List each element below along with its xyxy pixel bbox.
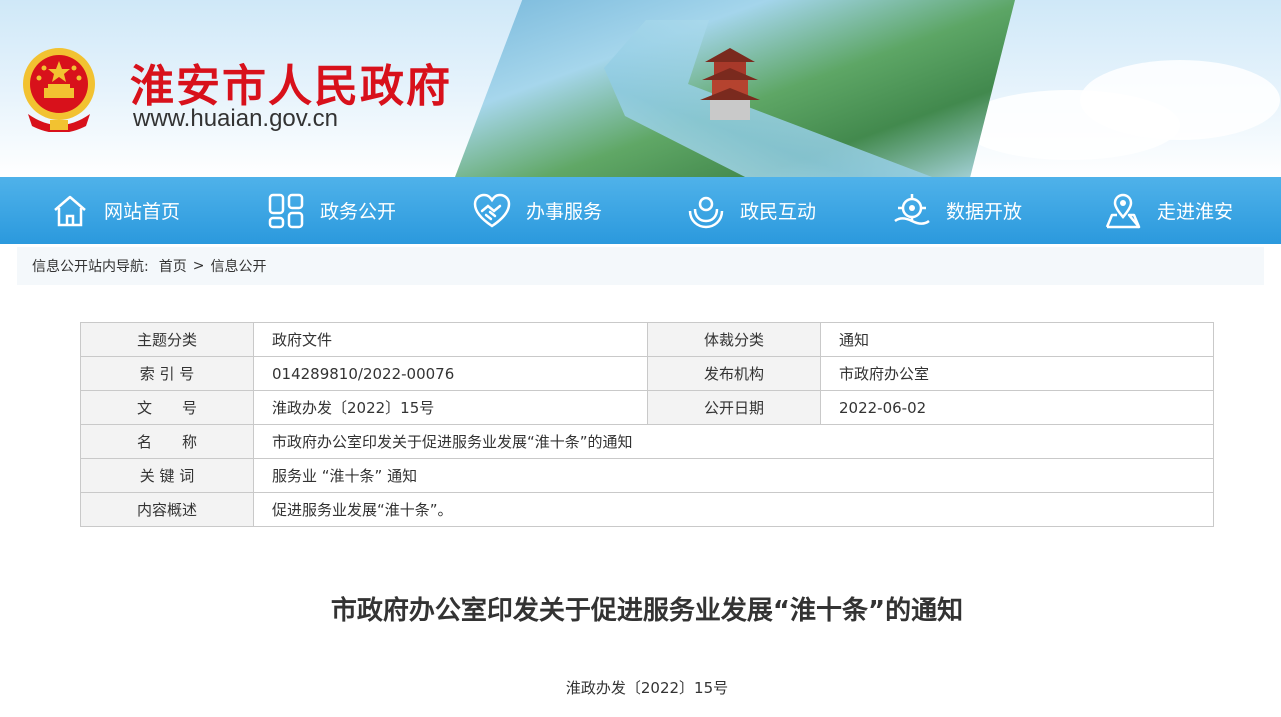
nav-item-label: 办事服务 xyxy=(526,201,603,223)
data-icon xyxy=(894,193,930,225)
map-pin-icon xyxy=(1105,193,1141,228)
table-key: 发布机构 xyxy=(647,356,821,391)
nav-item-open-data[interactable]: 数据开放 xyxy=(892,177,1022,244)
breadcrumb-separator: > xyxy=(192,258,205,274)
national-emblem-logo xyxy=(23,48,95,132)
table-row: 索 引 号 014289810/2022-00076 发布机构 市政府办公室 xyxy=(80,356,1214,391)
table-key: 公开日期 xyxy=(647,390,821,425)
table-value: 市政府办公室印发关于促进服务业发展“淮十条”的通知 xyxy=(253,424,1214,459)
article-title: 市政府办公室印发关于促进服务业发展“淮十条”的通知 xyxy=(330,596,964,626)
table-value: 促进服务业发展“淮十条”。 xyxy=(253,492,1214,527)
table-value: 政府文件 xyxy=(253,322,648,357)
table-value: 014289810/2022-00076 xyxy=(253,356,648,391)
table-row: 主题分类 政府文件 体裁分类 通知 xyxy=(80,322,1214,357)
document-number: 淮政办发〔2022〕15号 xyxy=(565,679,729,697)
table-row: 关 键 词 服务业 “淮十条” 通知 xyxy=(80,458,1214,493)
table-row: 名 称 市政府办公室印发关于促进服务业发展“淮十条”的通知 xyxy=(80,424,1214,459)
hands-icon xyxy=(688,196,724,228)
handshake-icon xyxy=(473,193,511,228)
nav-item-label: 网站首页 xyxy=(104,201,181,223)
grid-icon xyxy=(268,193,304,228)
table-value: 2022-06-02 xyxy=(820,390,1214,425)
nav-item-label: 政务公开 xyxy=(320,201,397,223)
breadcrumb-link-info-open[interactable]: 信息公开 xyxy=(210,256,266,276)
header-banner: 淮安市人民政府 www.huaian.gov.cn xyxy=(0,0,1281,177)
cloud-decoration xyxy=(1080,60,1280,140)
document-info-table: 主题分类 政府文件 体裁分类 通知 索 引 号 014289810/2022-0… xyxy=(80,322,1214,527)
nav-item-home[interactable]: 网站首页 xyxy=(50,177,180,244)
breadcrumb-link-home[interactable]: 首页 xyxy=(159,256,187,276)
table-row: 文 号 淮政办发〔2022〕15号 公开日期 2022-06-02 xyxy=(80,390,1214,425)
table-key: 名 称 xyxy=(80,424,254,459)
breadcrumb-prefix: 信息公开站内导航: xyxy=(32,259,149,275)
table-key: 关 键 词 xyxy=(80,458,254,493)
breadcrumb: 信息公开站内导航: 首页 > 信息公开 xyxy=(17,247,1264,285)
site-url: www.huaian.gov.cn xyxy=(133,105,339,132)
table-key: 体裁分类 xyxy=(647,322,821,357)
table-value: 服务业 “淮十条” 通知 xyxy=(253,458,1214,493)
nav-item-label: 数据开放 xyxy=(946,201,1023,223)
main-nav: 网站首页 政务公开 办事服务 政民互动 数据开放 走进淮安 xyxy=(0,177,1281,244)
nav-item-interaction[interactable]: 政民互动 xyxy=(686,177,816,244)
nav-item-label: 走进淮安 xyxy=(1157,201,1234,223)
table-value: 通知 xyxy=(820,322,1214,357)
nav-item-label: 政民互动 xyxy=(740,201,817,223)
table-key: 索 引 号 xyxy=(80,356,254,391)
table-key: 文 号 xyxy=(80,390,254,425)
table-row: 内容概述 促进服务业发展“淮十条”。 xyxy=(80,492,1214,527)
nav-item-about-huaian[interactable]: 走进淮安 xyxy=(1103,177,1233,244)
table-value: 市政府办公室 xyxy=(820,356,1214,391)
home-icon xyxy=(54,195,86,226)
table-key: 主题分类 xyxy=(80,322,254,357)
nav-item-gov-affairs[interactable]: 政务公开 xyxy=(266,177,396,244)
pagoda-image xyxy=(700,48,760,120)
table-value: 淮政办发〔2022〕15号 xyxy=(253,390,648,425)
table-key: 内容概述 xyxy=(80,492,254,527)
nav-item-services[interactable]: 办事服务 xyxy=(472,177,602,244)
